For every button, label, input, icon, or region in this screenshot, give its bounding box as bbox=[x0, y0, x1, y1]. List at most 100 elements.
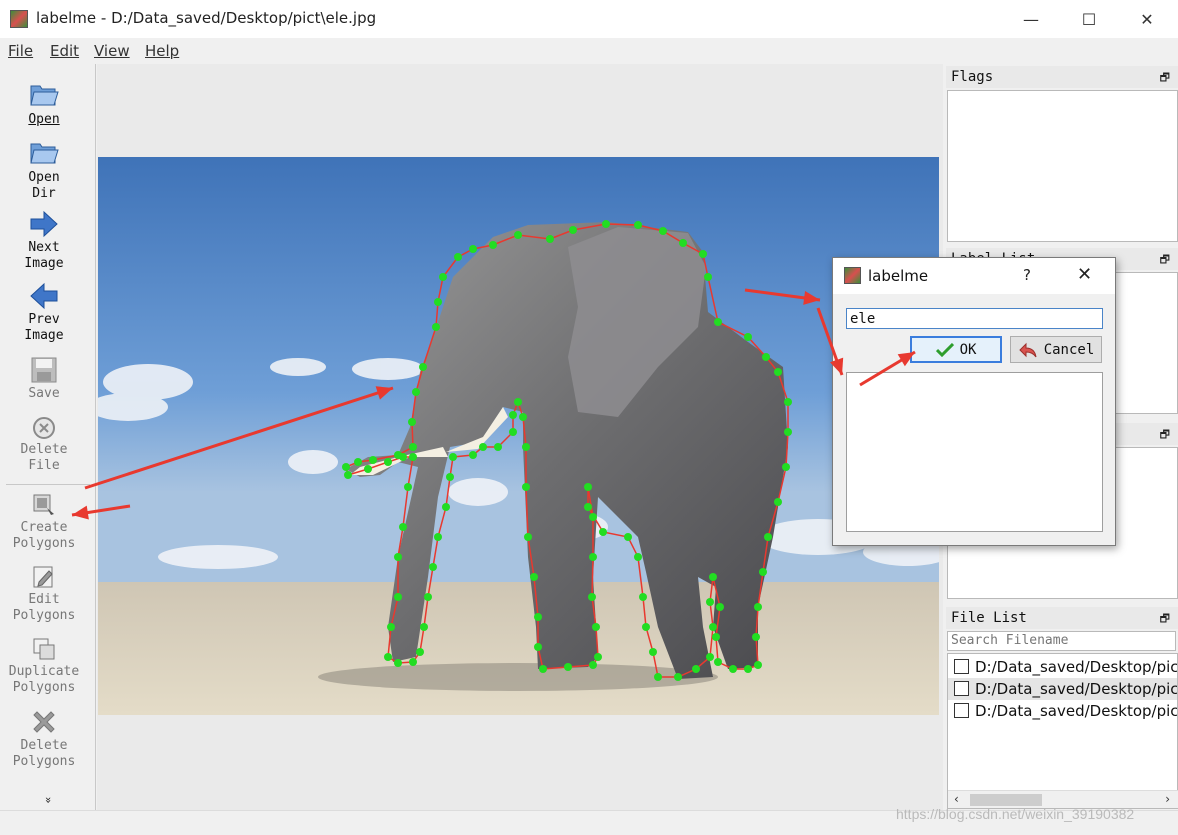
polygon-vertex[interactable] bbox=[564, 663, 572, 671]
polygon-vertex[interactable] bbox=[782, 463, 790, 471]
polygon-vertex[interactable] bbox=[524, 533, 532, 541]
maximize-button[interactable]: ☐ bbox=[1060, 0, 1118, 38]
polygon-vertex[interactable] bbox=[384, 458, 392, 466]
scrollbar-thumb[interactable] bbox=[970, 793, 1042, 806]
horizontal-scrollbar[interactable]: ‹ › bbox=[948, 789, 1178, 808]
polygon-vertex[interactable] bbox=[744, 333, 752, 341]
polygon-vertex[interactable] bbox=[584, 503, 592, 511]
polygon-vertex[interactable] bbox=[409, 443, 417, 451]
dialog-help-button[interactable]: ? bbox=[1023, 266, 1031, 284]
scroll-right-button[interactable]: › bbox=[1165, 792, 1170, 806]
polygon-vertex[interactable] bbox=[754, 603, 762, 611]
polygon-vertex[interactable] bbox=[706, 653, 714, 661]
polygon-vertex[interactable] bbox=[752, 633, 760, 641]
polygon-vertex[interactable] bbox=[649, 648, 657, 656]
polygon-vertex[interactable] bbox=[408, 418, 416, 426]
polygon-vertex[interactable] bbox=[774, 368, 782, 376]
image-view[interactable] bbox=[98, 157, 939, 715]
dock-float-icon[interactable]: 🗗 bbox=[1160, 69, 1170, 88]
file-checkbox[interactable] bbox=[954, 659, 969, 674]
polygon-vertex[interactable] bbox=[674, 673, 682, 681]
polygon-vertex[interactable] bbox=[534, 643, 542, 651]
polygon-vertex[interactable] bbox=[744, 665, 752, 673]
polygon-vertex[interactable] bbox=[706, 598, 714, 606]
delete-file-button[interactable]: Delete File bbox=[0, 416, 88, 474]
polygon-vertex[interactable] bbox=[424, 593, 432, 601]
polygon-vertex[interactable] bbox=[624, 533, 632, 541]
flags-list[interactable] bbox=[947, 90, 1178, 242]
polygon-vertex[interactable] bbox=[446, 473, 454, 481]
polygon-vertex[interactable] bbox=[546, 235, 554, 243]
polygon-vertex[interactable] bbox=[729, 665, 737, 673]
polygon-vertex[interactable] bbox=[469, 245, 477, 253]
polygon-vertex[interactable] bbox=[469, 451, 477, 459]
cancel-button[interactable]: Cancel bbox=[1010, 336, 1102, 363]
polygon-vertex[interactable] bbox=[594, 653, 602, 661]
polygon-vertex[interactable] bbox=[569, 226, 577, 234]
polygon-vertex[interactable] bbox=[420, 623, 428, 631]
polygon-vertex[interactable] bbox=[784, 398, 792, 406]
polygon-vertex[interactable] bbox=[784, 428, 792, 436]
polygon-vertex[interactable] bbox=[354, 458, 362, 466]
file-list[interactable]: D:/Data_saved/Desktop/pict D:/Data_saved… bbox=[947, 652, 1178, 809]
polygon-vertex[interactable] bbox=[519, 413, 527, 421]
dock-float-icon[interactable]: 🗗 bbox=[1160, 426, 1170, 445]
file-checkbox[interactable] bbox=[954, 681, 969, 696]
polygon-vertex[interactable] bbox=[494, 443, 502, 451]
polygon-vertex[interactable] bbox=[419, 363, 427, 371]
edit-polygons-button[interactable]: Edit Polygons bbox=[0, 564, 88, 624]
menu-help[interactable]: Help bbox=[145, 42, 179, 60]
file-list-item[interactable]: D:/Data_saved/Desktop/pict bbox=[948, 656, 1177, 678]
create-polygons-button[interactable]: Create Polygons bbox=[0, 492, 88, 552]
close-button[interactable]: ✕ bbox=[1118, 0, 1176, 38]
polygon-vertex[interactable] bbox=[387, 623, 395, 631]
file-checkbox[interactable] bbox=[954, 703, 969, 718]
polygon-vertex[interactable] bbox=[599, 528, 607, 536]
dialog-close-button[interactable]: ✕ bbox=[1077, 264, 1092, 285]
polygon-vertex[interactable] bbox=[449, 453, 457, 461]
polygon-vertex[interactable] bbox=[634, 221, 642, 229]
polygon-vertex[interactable] bbox=[659, 227, 667, 235]
dock-float-icon[interactable]: 🗗 bbox=[1160, 251, 1170, 270]
toolbar-more-button[interactable]: » bbox=[40, 793, 56, 807]
polygon-vertex[interactable] bbox=[654, 673, 662, 681]
polygon-vertex[interactable] bbox=[394, 659, 402, 667]
polygon-vertex[interactable] bbox=[522, 443, 530, 451]
polygon-vertex[interactable] bbox=[704, 273, 712, 281]
menu-view[interactable]: View bbox=[94, 42, 130, 60]
polygon-vertex[interactable] bbox=[384, 653, 392, 661]
delete-polygons-button[interactable]: Delete Polygons bbox=[0, 708, 88, 770]
polygon-vertex[interactable] bbox=[712, 633, 720, 641]
label-input[interactable] bbox=[846, 308, 1103, 329]
polygon-vertex[interactable] bbox=[709, 623, 717, 631]
polygon-vertex[interactable] bbox=[394, 553, 402, 561]
minimize-button[interactable]: — bbox=[1002, 0, 1060, 38]
polygon-vertex[interactable] bbox=[416, 648, 424, 656]
scroll-left-button[interactable]: ‹ bbox=[954, 792, 959, 806]
label-suggestion-list[interactable] bbox=[846, 372, 1103, 532]
polygon-vertex[interactable] bbox=[369, 456, 377, 464]
menu-edit[interactable]: Edit bbox=[50, 42, 79, 60]
polygon-vertex[interactable] bbox=[754, 661, 762, 669]
polygon-vertex[interactable] bbox=[514, 231, 522, 239]
polygon-vertex[interactable] bbox=[434, 298, 442, 306]
polygon-vertex[interactable] bbox=[399, 523, 407, 531]
polygon-vertex[interactable] bbox=[514, 398, 522, 406]
polygon-vertex[interactable] bbox=[394, 451, 402, 459]
polygon-vertex[interactable] bbox=[584, 483, 592, 491]
polygon-vertex[interactable] bbox=[344, 471, 352, 479]
polygon-vertex[interactable] bbox=[589, 661, 597, 669]
dock-float-icon[interactable]: 🗗 bbox=[1160, 610, 1170, 629]
polygon-vertex[interactable] bbox=[539, 665, 547, 673]
file-list-item[interactable]: D:/Data_saved/Desktop/pict bbox=[948, 677, 1177, 700]
polygon-vertex[interactable] bbox=[432, 323, 440, 331]
polygon-vertex[interactable] bbox=[434, 533, 442, 541]
polygon-vertex[interactable] bbox=[592, 623, 600, 631]
polygon-vertex[interactable] bbox=[764, 533, 772, 541]
polygon-vertex[interactable] bbox=[709, 573, 717, 581]
polygon-vertex[interactable] bbox=[429, 563, 437, 571]
polygon-vertex[interactable] bbox=[454, 253, 462, 261]
polygon-vertex[interactable] bbox=[639, 593, 647, 601]
canvas-area[interactable] bbox=[97, 64, 943, 810]
polygon-vertex[interactable] bbox=[762, 353, 770, 361]
